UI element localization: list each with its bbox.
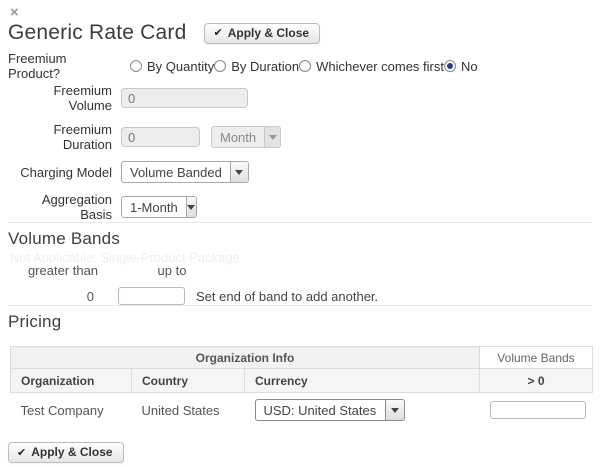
freemium-volume-row: Freemium Volume (8, 83, 592, 113)
freemium-duration-input[interactable] (121, 127, 200, 147)
up-to-input[interactable] (118, 287, 185, 305)
chevron-down-icon (385, 400, 404, 420)
currency-cell: USD: United States (245, 393, 480, 428)
check-icon: ✔ (213, 26, 222, 39)
greater-than-header: greater than (8, 263, 118, 278)
aggregation-basis-select[interactable]: 1-Month (121, 196, 197, 218)
section-divider (8, 222, 592, 223)
aggregation-basis-value: 1-Month (122, 200, 186, 215)
apply-close-button-bottom[interactable]: ✔ Apply & Close (8, 442, 124, 463)
radio-by-quantity[interactable]: By Quantity (130, 59, 214, 74)
radio-by-quantity-label: By Quantity (147, 59, 214, 74)
freemium-duration-label: Freemium Duration (8, 122, 121, 152)
page-title: Generic Rate Card (8, 21, 186, 45)
currency-select[interactable]: USD: United States (255, 399, 405, 421)
radio-whichever-first[interactable]: Whichever comes first (299, 59, 444, 74)
chevron-down-icon (230, 162, 248, 182)
section-divider (8, 305, 592, 306)
radio-icon[interactable] (130, 60, 142, 72)
footer: ✔ Apply & Close (8, 442, 592, 463)
freemium-product-row: Freemium Product? By Quantity By Duratio… (8, 58, 592, 74)
country-column-header: Country (132, 369, 245, 393)
charging-model-label: Charging Model (8, 165, 121, 180)
pricing-group-header-row: Organization Info Volume Bands (11, 347, 593, 369)
charging-model-value: Volume Banded (122, 165, 230, 180)
chevron-down-icon (264, 127, 280, 147)
pricing-table: Organization Info Volume Bands Organizat… (10, 346, 593, 427)
organization-column-header: Organization (11, 369, 132, 393)
generic-rate-card-dialog: × Generic Rate Card ✔ Apply & Close Free… (0, 0, 600, 467)
currency-column-header: Currency (245, 369, 480, 393)
check-icon: ✔ (17, 446, 26, 459)
organization-info-header: Organization Info (11, 347, 480, 369)
charging-model-row: Charging Model Volume Banded (8, 161, 592, 183)
greater-than-value: 0 (8, 289, 118, 304)
radio-icon[interactable] (214, 60, 226, 72)
band-price-input[interactable] (490, 401, 586, 419)
apply-close-label: Apply & Close (228, 26, 309, 40)
apply-close-button-top[interactable]: ✔ Apply & Close (204, 23, 320, 44)
duration-unit-value: Month (212, 130, 264, 145)
radio-by-duration[interactable]: By Duration (214, 59, 299, 74)
chevron-down-icon (186, 197, 196, 217)
freemium-duration-row: Freemium Duration Month (8, 122, 592, 152)
aggregation-basis-row: Aggregation Basis 1-Month (8, 192, 592, 222)
freemium-volume-label: Freemium Volume (8, 83, 121, 113)
volume-band-row: 0 Set end of band to add another. (8, 287, 592, 305)
radio-no-label: No (461, 59, 478, 74)
charging-model-select[interactable]: Volume Banded (121, 161, 249, 183)
country-cell: United States (132, 393, 245, 428)
radio-no[interactable]: No (444, 59, 478, 74)
pricing-columns-row: Organization Country Currency > 0 (11, 369, 593, 393)
radio-icon[interactable] (444, 60, 456, 72)
up-to-header: up to (126, 263, 218, 278)
table-row: Test Company United States USD: United S… (11, 393, 593, 428)
close-icon[interactable]: × (10, 6, 19, 20)
band-column-header: > 0 (480, 369, 593, 393)
organization-cell: Test Company (11, 393, 132, 428)
volume-bands-section: Volume Bands Not Applicable: Single-Prod… (8, 229, 592, 305)
band-price-cell (480, 393, 593, 428)
radio-by-duration-label: By Duration (231, 59, 299, 74)
volume-bands-headers: greater than up to (8, 263, 592, 278)
title-row: Generic Rate Card ✔ Apply & Close (8, 21, 592, 45)
freemium-duration-unit-select[interactable]: Month (211, 126, 281, 148)
freemium-product-label: Freemium Product? (8, 51, 121, 81)
freemium-volume-input[interactable] (121, 88, 248, 108)
currency-value: USD: United States (256, 403, 385, 418)
apply-close-label: Apply & Close (31, 445, 112, 459)
aggregation-basis-label: Aggregation Basis (8, 192, 121, 222)
volume-bands-title: Volume Bands (8, 229, 592, 249)
radio-icon[interactable] (299, 60, 311, 72)
pricing-title: Pricing (8, 312, 592, 332)
volume-bands-header: Volume Bands (480, 347, 593, 369)
radio-whichever-first-label: Whichever comes first (316, 59, 444, 74)
band-hint-text: Set end of band to add another. (196, 289, 378, 304)
volume-bands-grid: greater than up to 0 Set end of band to … (8, 263, 592, 305)
